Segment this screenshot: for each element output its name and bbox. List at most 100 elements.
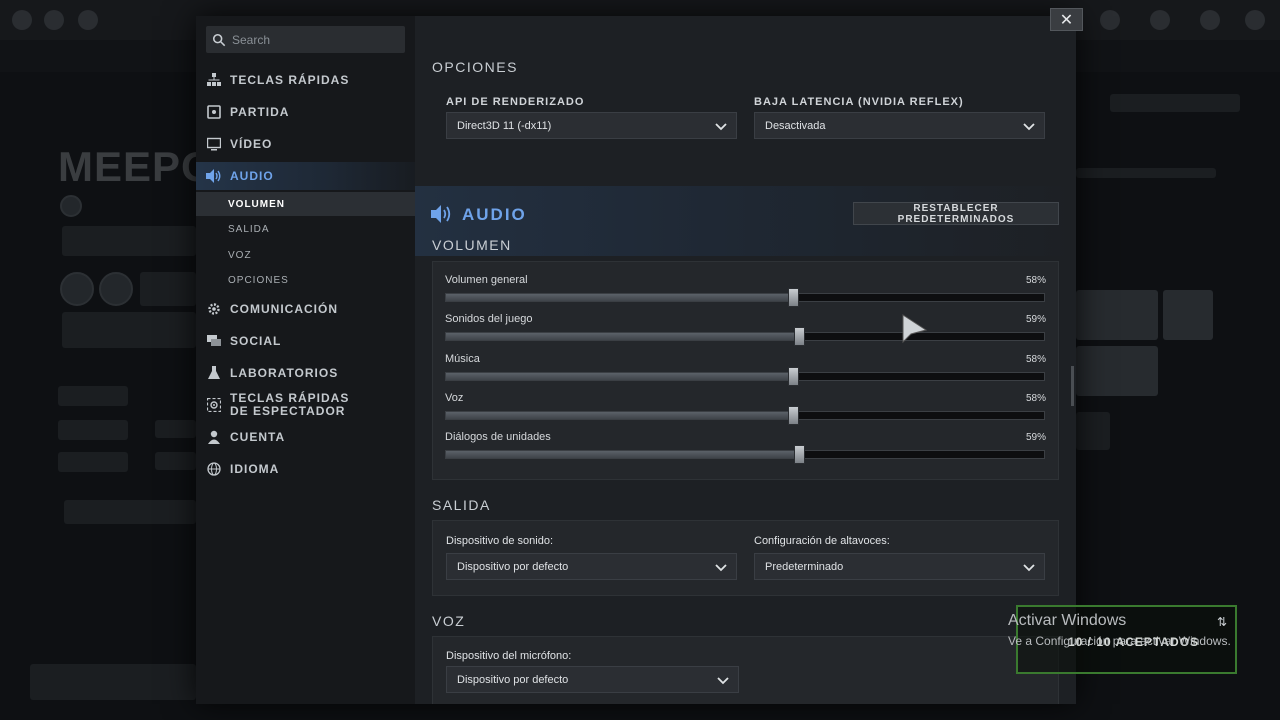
windows-activation-watermark: Activar Windows Ve a Configuración para … [1008,612,1231,648]
slider-fill [446,373,793,380]
mic-device-label: Dispositivo del micrófono: [446,650,572,662]
nav-item-idioma[interactable]: IDIOMA [196,455,415,483]
nav-sub-salida[interactable]: SALIDA [196,217,415,241]
settings-nav: TECLAS RÁPIDAS PARTIDA VÍDEO AUDIO VOLUM… [196,16,415,704]
nav-label: TECLAS RÁPIDAS [230,73,350,87]
slider-value-units: 59% [1025,432,1046,443]
nav-label: TECLAS RÁPIDAS DE ESPECTADOR [230,391,350,418]
close-button[interactable]: ✕ [1050,8,1083,31]
nav-item-cuenta[interactable]: CUENTA [196,423,415,451]
search-icon [212,33,226,46]
mic-device-value: Dispositivo por defecto [457,673,569,686]
game-sounds-slider[interactable] [445,327,1045,346]
slider-value-music: 58% [1025,354,1046,365]
slider-fill [446,333,799,340]
chevron-down-icon [1023,564,1035,572]
output-section-title: SALIDA [432,497,491,513]
search-box[interactable] [206,26,405,53]
gamepad-icon [206,104,222,120]
nav-item-teclas-espectador[interactable]: TECLAS RÁPIDAS DE ESPECTADOR [196,388,415,422]
chevron-down-icon [715,123,727,131]
nav-item-laboratorios[interactable]: LABORATORIOS [196,359,415,387]
nav-label: AUDIO [230,169,274,183]
sound-device-label: Dispositivo de sonido: [446,535,554,547]
sound-device-value: Dispositivo por defecto [457,560,569,573]
nav-label: SOCIAL [230,334,282,348]
sitemap-icon [206,72,222,88]
activation-subtitle: Ve a Configuración para activar Windows. [1008,634,1231,648]
slider-thumb[interactable] [787,367,799,386]
chevron-down-icon [715,564,727,572]
nav-label: COMUNICACIÓN [230,302,338,316]
monitor-icon [206,136,222,152]
mouse-cursor-icon [902,314,928,344]
nav-sub-opciones[interactable]: OPCIONES [196,268,415,292]
api-label: API DE RENDERIZADO [446,96,585,108]
voice-section-title: VOZ [432,613,466,629]
settings-content: OPCIONES API DE RENDERIZADO Direct3D 11 … [415,16,1076,704]
spectator-icon [206,397,222,413]
search-input[interactable] [232,32,392,47]
volume-section-title: VOLUMEN [432,237,512,253]
sound-device-dropdown[interactable]: Dispositivo por defecto [446,553,737,580]
api-value: Direct3D 11 (-dx11) [457,119,552,132]
slider-label-game: Sonidos del juego [445,313,533,325]
slider-thumb[interactable] [787,406,799,425]
bg-hero-name: MEEPO [58,143,215,190]
nav-item-social[interactable]: SOCIAL [196,327,415,355]
speakers-label: Configuración de altavoces: [754,535,890,547]
slider-fill [446,451,799,458]
slider-fill [446,294,793,301]
nav-sub-volumen[interactable]: VOLUMEN [196,192,415,216]
nav-label: LABORATORIOS [230,366,339,380]
gear-icon [206,301,222,317]
options-section-title: OPCIONES [432,59,518,75]
slider-label-voice: Voz [445,392,464,404]
unit-dialogue-slider[interactable] [445,445,1045,464]
nav-label: IDIOMA [230,462,280,476]
nav-item-video[interactable]: VÍDEO [196,130,415,158]
voice-slider[interactable] [445,406,1045,425]
slider-value-game: 59% [1025,314,1046,325]
user-icon [206,429,222,445]
chat-icon [206,333,222,349]
slider-thumb[interactable] [793,445,805,464]
chevron-down-icon [717,677,729,685]
mic-device-dropdown[interactable]: Dispositivo por defecto [446,666,739,693]
nav-label: PARTIDA [230,105,290,119]
nav-item-comunicacion[interactable]: COMUNICACIÓN [196,295,415,323]
music-slider[interactable] [445,367,1045,386]
globe-icon [206,461,222,477]
chevron-down-icon [1023,123,1035,131]
speaker-icon [431,205,451,223]
speakers-dropdown[interactable]: Predeterminado [754,553,1045,580]
close-icon: ✕ [1059,11,1074,29]
speaker-icon [206,168,222,184]
slider-value-general: 58% [1025,275,1046,286]
api-dropdown[interactable]: Direct3D 11 (-dx11) [446,112,737,139]
latency-value: Desactivada [765,119,826,132]
latency-label: BAJA LATENCIA (NVIDIA REFLEX) [754,96,964,108]
nav-item-teclas-rapidas[interactable]: TECLAS RÁPIDAS [196,66,415,94]
slider-thumb[interactable] [793,327,805,346]
nav-sub-voz[interactable]: VOZ [196,243,415,267]
nav-label: VÍDEO [230,137,273,151]
scrollbar-thumb[interactable] [1071,366,1074,406]
nav-item-partida[interactable]: PARTIDA [196,98,415,126]
latency-dropdown[interactable]: Desactivada [754,112,1045,139]
slider-label-music: Música [445,353,480,365]
slider-thumb[interactable] [787,288,799,307]
reset-defaults-button[interactable]: RESTABLECER PREDETERMINADOS [853,202,1059,225]
settings-window: TECLAS RÁPIDAS PARTIDA VÍDEO AUDIO VOLUM… [196,16,1076,704]
slider-label-general: Volumen general [445,274,528,286]
nav-item-audio[interactable]: AUDIO [196,162,415,190]
slider-value-voice: 58% [1025,393,1046,404]
speakers-value: Predeterminado [765,560,844,573]
audio-title: AUDIO [462,205,527,224]
volume-general-slider[interactable] [445,288,1045,307]
nav-label: CUENTA [230,430,286,444]
slider-label-units: Diálogos de unidades [445,431,551,443]
slider-fill [446,412,793,419]
flask-icon [206,365,222,381]
activation-title: Activar Windows [1008,612,1127,629]
